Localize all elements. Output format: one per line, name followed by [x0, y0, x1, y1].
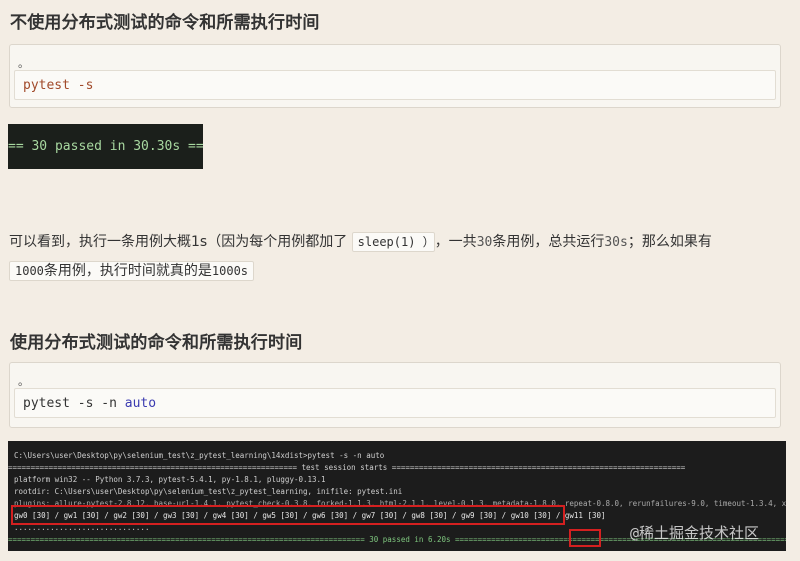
- inline-code-1000: 1000条用例，执行时间就真的是1000s: [9, 261, 255, 281]
- terminal-platform-line: platform win32 -- Python 3.7.3, pytest-5…: [14, 475, 326, 484]
- terminal-session-header: ========================================…: [8, 463, 686, 472]
- terminal-rootdir-line: rootdir: C:\Users\user\Desktop\py\seleni…: [14, 487, 403, 496]
- code-flag: -s: [77, 78, 94, 93]
- code-line[interactable]: pytest -s -n auto: [14, 388, 776, 418]
- code-lang-label: 。: [18, 375, 29, 388]
- para-text-1: 可以看到，执行一条用例大概1s（因为每个用例都加了: [9, 234, 352, 250]
- inline-code-1000s: 1000s: [211, 264, 249, 278]
- code-line[interactable]: pytest -s: [14, 70, 776, 100]
- code-command: pytest -s -n: [23, 396, 125, 411]
- watermark-text: @稀土掘金技术社区: [630, 524, 760, 542]
- result-screenshot-30s: == 30 passed in 30.30s ==: [8, 124, 203, 169]
- result-text: == 30 passed in 30.30s ==: [8, 139, 203, 154]
- section-heading-no-distributed: 不使用分布式测试的命令和所需执行时间: [10, 13, 320, 33]
- para-num-30: 30: [476, 235, 493, 250]
- code-command: pytest: [23, 78, 78, 93]
- highlight-box-time: [569, 529, 601, 547]
- terminal-command-line: C:\Users\user\Desktop\py\selenium_test\z…: [14, 451, 385, 460]
- section-heading-distributed: 使用分布式测试的命令和所需执行时间: [10, 333, 303, 353]
- summary-time: 6.20s: [427, 535, 451, 544]
- code-block-pytest-n-auto: 。 pytest -s -n auto: [9, 362, 781, 428]
- explanation-paragraph: 可以看到，执行一条用例大概1s（因为每个用例都加了 sleep(1) ），一共3…: [9, 228, 779, 285]
- inline-code-1000-num: 1000: [15, 264, 44, 278]
- highlight-box-workers: [11, 505, 565, 525]
- para-text-3: 条用例，总共运行: [492, 234, 605, 250]
- inline-code-sleep: sleep(1) ）: [351, 232, 435, 252]
- para-text-4: ；那么如果有: [627, 234, 712, 250]
- para-text-5: 条用例，执行时间就真的是: [43, 263, 212, 279]
- code-lang-label: 。: [18, 57, 29, 70]
- terminal-screenshot-xdist: C:\Users\user\Desktop\py\selenium_test\z…: [8, 441, 786, 551]
- code-arg-auto: auto: [124, 396, 157, 411]
- summary-prefix: ========================================…: [8, 535, 428, 544]
- code-block-pytest-s: 。 pytest -s: [9, 44, 781, 108]
- para-text-2: ，一共: [434, 234, 477, 250]
- terminal-dots-line: ..............................: [14, 523, 150, 532]
- para-num-30s: 30s: [604, 235, 628, 250]
